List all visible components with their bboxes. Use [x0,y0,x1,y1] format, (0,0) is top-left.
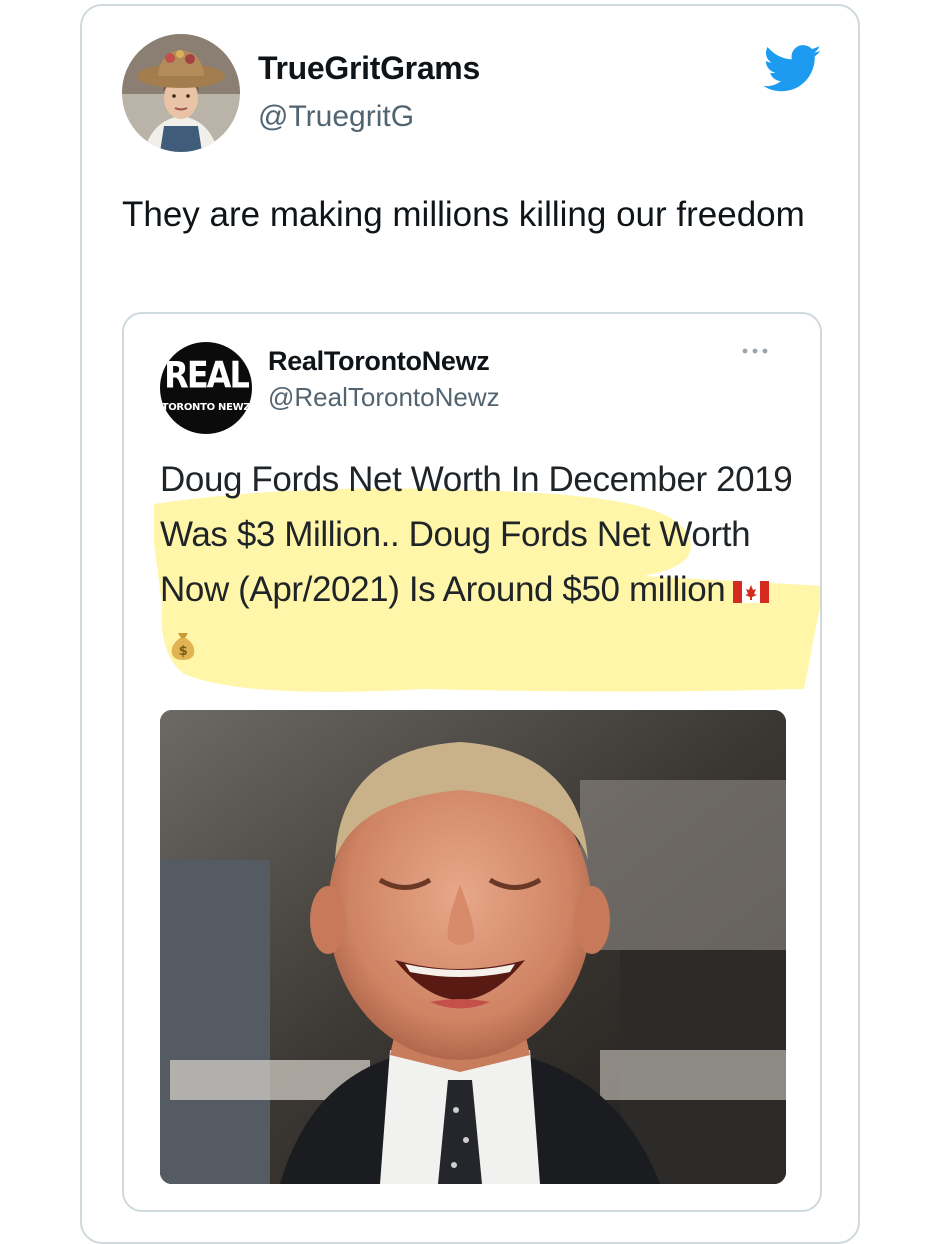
quoted-tweet-text-body: Doug Fords Net Worth In December 2019 Wa… [160,460,793,609]
quoted-author-handle[interactable]: @RealTorontoNewz [268,382,500,413]
quoted-tweet-text: Doug Fords Net Worth In December 2019 Wa… [160,452,800,677]
realtorontonewz-logo[interactable]: REAL TORONTO NEWZ [160,342,252,434]
author-display-name[interactable]: TrueGritGrams [258,50,480,87]
quoted-author-display-name[interactable]: RealTorontoNewz [268,346,490,377]
tweet-text: They are making millions killing our fre… [122,195,805,234]
money-bag-icon: $ [168,622,198,677]
canada-flag-icon [733,564,770,619]
more-options-icon[interactable] [740,344,770,358]
author-handle[interactable]: @TruegritG [258,100,414,134]
svg-text:$: $ [179,644,188,659]
tweet-card[interactable]: TrueGritGrams @TruegritG They are making… [80,4,860,1244]
quoted-tweet-card[interactable]: REAL TORONTO NEWZ RealTorontoNewz @RealT… [122,312,822,1212]
twitter-bird-icon [763,44,822,94]
user-avatar[interactable] [122,34,240,152]
laughing-man-photo[interactable] [160,710,786,1184]
